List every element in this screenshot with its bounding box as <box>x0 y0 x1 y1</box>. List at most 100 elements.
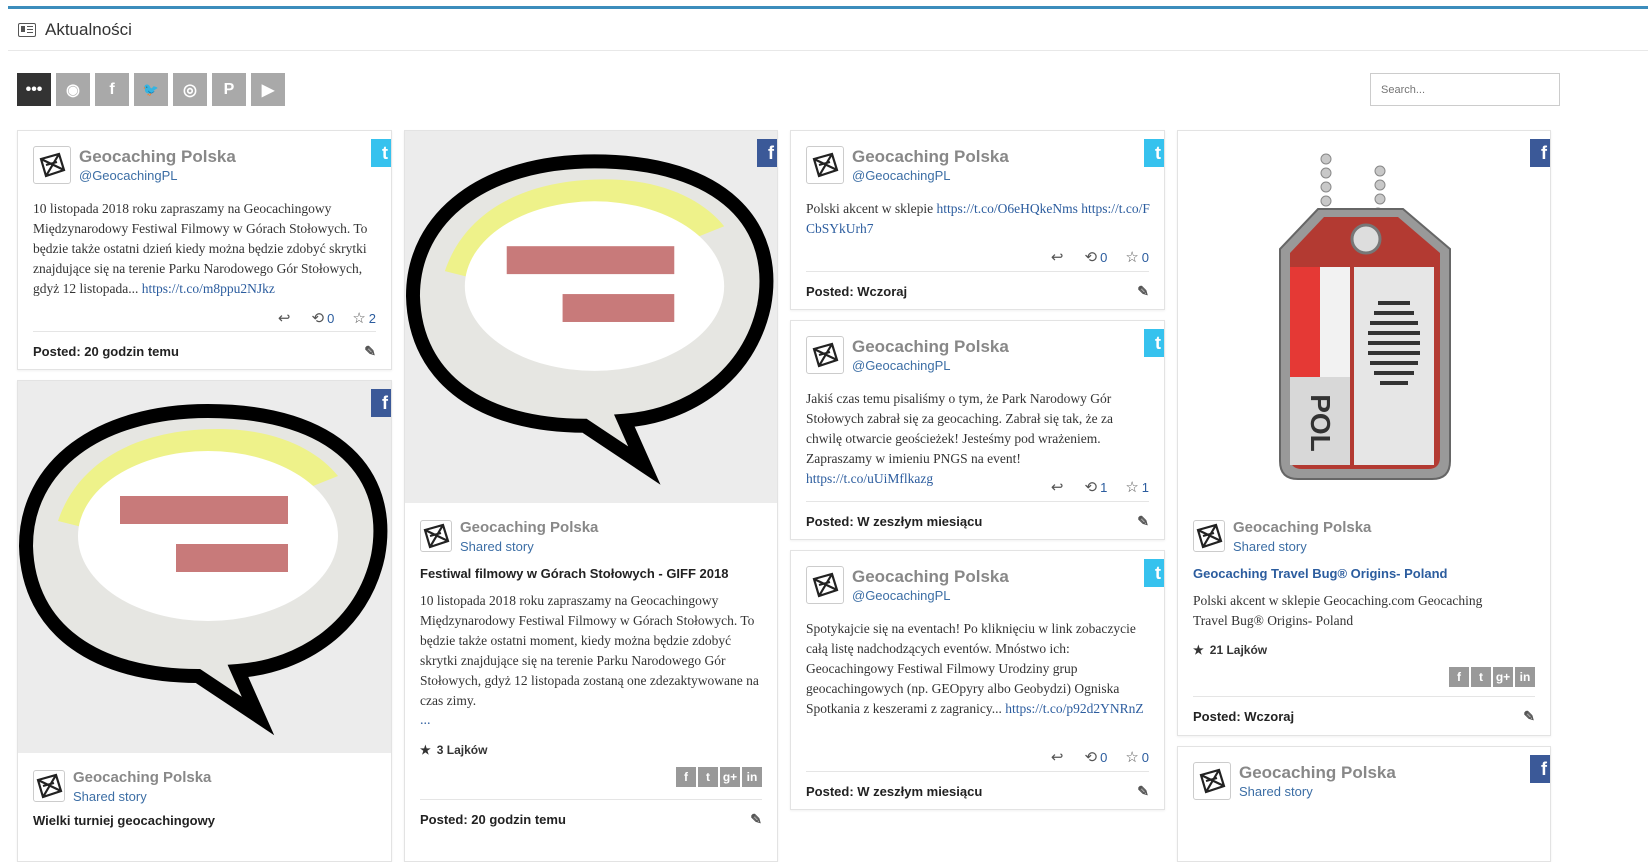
post-author: Geocaching Polska Shared story <box>33 767 211 805</box>
author-name[interactable]: Geocaching Polska <box>852 336 1009 357</box>
filter-rss-button[interactable]: ◉ <box>56 73 90 106</box>
retweet-count: 0 <box>1100 750 1108 765</box>
reply-icon[interactable]: ↩ <box>278 309 291 327</box>
post-image[interactable]: POL <box>1178 131 1550 503</box>
avatar <box>420 520 452 552</box>
page-title: Aktualności <box>45 19 132 39</box>
author-name[interactable]: Geocaching Polska <box>1239 762 1396 783</box>
share-linkedin-icon[interactable]: in <box>742 767 762 787</box>
post-title[interactable]: Festiwal filmowy w Górach Stołowych - GI… <box>420 566 728 581</box>
post-body: Polski akcent w sklepie <box>806 201 934 216</box>
favorite-stat[interactable]: ☆ 2 <box>352 309 376 327</box>
retweet-stat[interactable]: ⟲ 0 <box>1085 748 1108 766</box>
author-name[interactable]: Geocaching Polska <box>852 146 1009 167</box>
author-name[interactable]: Geocaching Polska <box>852 566 1009 587</box>
pencil-icon[interactable]: ✎ <box>364 343 376 360</box>
feed-card-twitter-5: t Geocaching Polska @GeocachingPL Jakiś c… <box>790 320 1165 540</box>
avatar <box>1193 520 1225 552</box>
favorite-count: 1 <box>1141 480 1149 495</box>
feed-card-twitter-4: t Geocaching Polska @GeocachingPL Polski … <box>790 130 1165 310</box>
share-linkedin-icon[interactable]: in <box>1515 667 1535 687</box>
facebook-badge-icon: f <box>757 139 777 167</box>
post-title[interactable]: Geocaching Travel Bug® Origins- Poland <box>1193 566 1447 581</box>
post-text: Jakiś czas temu pisaliśmy o tym, że Park… <box>806 389 1151 489</box>
filter-instagram-button[interactable]: ◎ <box>173 73 207 106</box>
post-image[interactable] <box>405 131 777 503</box>
favorite-stat[interactable]: ☆ 0 <box>1125 748 1149 766</box>
filter-bar: ••• ◉ f 🐦 ◎ P ▶ <box>17 73 285 106</box>
share-buttons: f t g+ in <box>676 767 762 787</box>
post-link[interactable]: https://t.co/p92d2YNRnZ <box>1005 701 1143 716</box>
feed-card-twitter-1: t Geocaching Polska @GeocachingPL 10 list… <box>17 130 392 370</box>
retweet-icon: ⟲ <box>1084 479 1098 496</box>
post-image[interactable] <box>18 381 391 753</box>
geocaching-logo-icon <box>812 572 839 598</box>
reply-icon[interactable]: ↩ <box>1051 248 1064 266</box>
retweet-icon: ⟲ <box>1084 249 1098 266</box>
favorite-count: 0 <box>1141 250 1149 265</box>
author-handle[interactable]: @GeocachingPL <box>852 357 1009 374</box>
newspaper-icon <box>18 22 36 37</box>
reply-icon[interactable]: ↩ <box>1051 748 1064 766</box>
posted-time: Posted: 20 godzin temu <box>33 344 179 359</box>
likes-label: 3 Lajków <box>436 743 488 757</box>
reply-icon[interactable]: ↩ <box>1051 478 1064 496</box>
star-outline-icon: ☆ <box>352 310 366 327</box>
author-handle: Shared story <box>73 789 147 804</box>
post-link[interactable]: https://t.co/uUiMflkazg <box>806 471 933 486</box>
share-twitter-icon[interactable]: t <box>698 767 718 787</box>
author-handle[interactable]: @GeocachingPL <box>79 167 236 184</box>
favorite-count: 2 <box>368 311 376 326</box>
share-twitter-icon[interactable]: t <box>1471 667 1491 687</box>
author-handle[interactable]: @GeocachingPL <box>852 587 1009 604</box>
filter-pinterest-button[interactable]: P <box>212 73 246 106</box>
geocaching-logo-icon <box>39 152 66 178</box>
facebook-icon: f <box>109 80 115 98</box>
post-link[interactable]: https://t.co/m8ppu2NJkz <box>142 281 275 296</box>
retweet-stat[interactable]: ⟲ 0 <box>1085 248 1108 266</box>
post-author: Geocaching Polska @GeocachingPL <box>806 146 1009 184</box>
post-footer: Posted: 20 godzin temu ✎ <box>33 331 376 369</box>
twitter-badge-icon: t <box>1144 559 1164 587</box>
favorite-stat[interactable]: ☆ 1 <box>1125 478 1149 496</box>
instagram-icon: ◎ <box>183 81 197 99</box>
twitter-badge-icon: t <box>1144 329 1164 357</box>
pencil-icon[interactable]: ✎ <box>750 811 762 828</box>
author-name[interactable]: Geocaching Polska <box>1233 517 1371 538</box>
post-text: Spotykajcie się na eventach! Po kliknięc… <box>806 619 1151 719</box>
filter-twitter-button[interactable]: 🐦 <box>134 73 168 106</box>
pencil-icon[interactable]: ✎ <box>1137 283 1149 300</box>
retweet-stat[interactable]: ⟲ 0 <box>312 309 335 327</box>
post-author: Geocaching Polska @GeocachingPL <box>806 336 1009 374</box>
filter-youtube-button[interactable]: ▶ <box>251 73 285 106</box>
read-more-link[interactable]: ... <box>420 713 431 729</box>
post-text: Polski akcent w sklepie https://t.co/O6e… <box>806 199 1151 239</box>
search-input[interactable] <box>1370 73 1560 106</box>
pencil-icon[interactable]: ✎ <box>1523 708 1535 725</box>
author-name[interactable]: Geocaching Polska <box>460 517 598 538</box>
geocaching-logo-icon <box>812 152 839 178</box>
geocaching-logo-icon <box>36 773 63 799</box>
favorite-stat[interactable]: ☆ 0 <box>1125 248 1149 266</box>
share-facebook-icon[interactable]: f <box>676 767 696 787</box>
travel-bug-tag-icon <box>1279 153 1451 480</box>
posted-time: Posted: 20 godzin temu <box>420 812 566 827</box>
pencil-icon[interactable]: ✎ <box>1137 513 1149 530</box>
share-googleplus-icon[interactable]: g+ <box>1493 667 1513 687</box>
filter-all-button[interactable]: ••• <box>17 73 51 106</box>
posted-time: Posted: W zeszłym miesiącu <box>806 784 983 799</box>
post-title[interactable]: Wielki turniej geocachingowy <box>33 813 215 828</box>
share-googleplus-icon[interactable]: g+ <box>720 767 740 787</box>
avatar <box>33 770 65 802</box>
author-name[interactable]: Geocaching Polska <box>73 767 211 788</box>
retweet-stat[interactable]: ⟲ 1 <box>1085 478 1108 496</box>
author-name[interactable]: Geocaching Polska <box>79 146 236 167</box>
author-handle: Shared story <box>1233 539 1307 554</box>
filter-facebook-button[interactable]: f <box>95 73 129 106</box>
post-author: Geocaching Polska Shared story <box>1193 517 1371 555</box>
facebook-badge-icon: f <box>1530 755 1550 783</box>
pencil-icon[interactable]: ✎ <box>1137 783 1149 800</box>
share-facebook-icon[interactable]: f <box>1449 667 1469 687</box>
author-handle[interactable]: @GeocachingPL <box>852 167 1009 184</box>
post-author: Geocaching Polska @GeocachingPL <box>806 566 1009 604</box>
